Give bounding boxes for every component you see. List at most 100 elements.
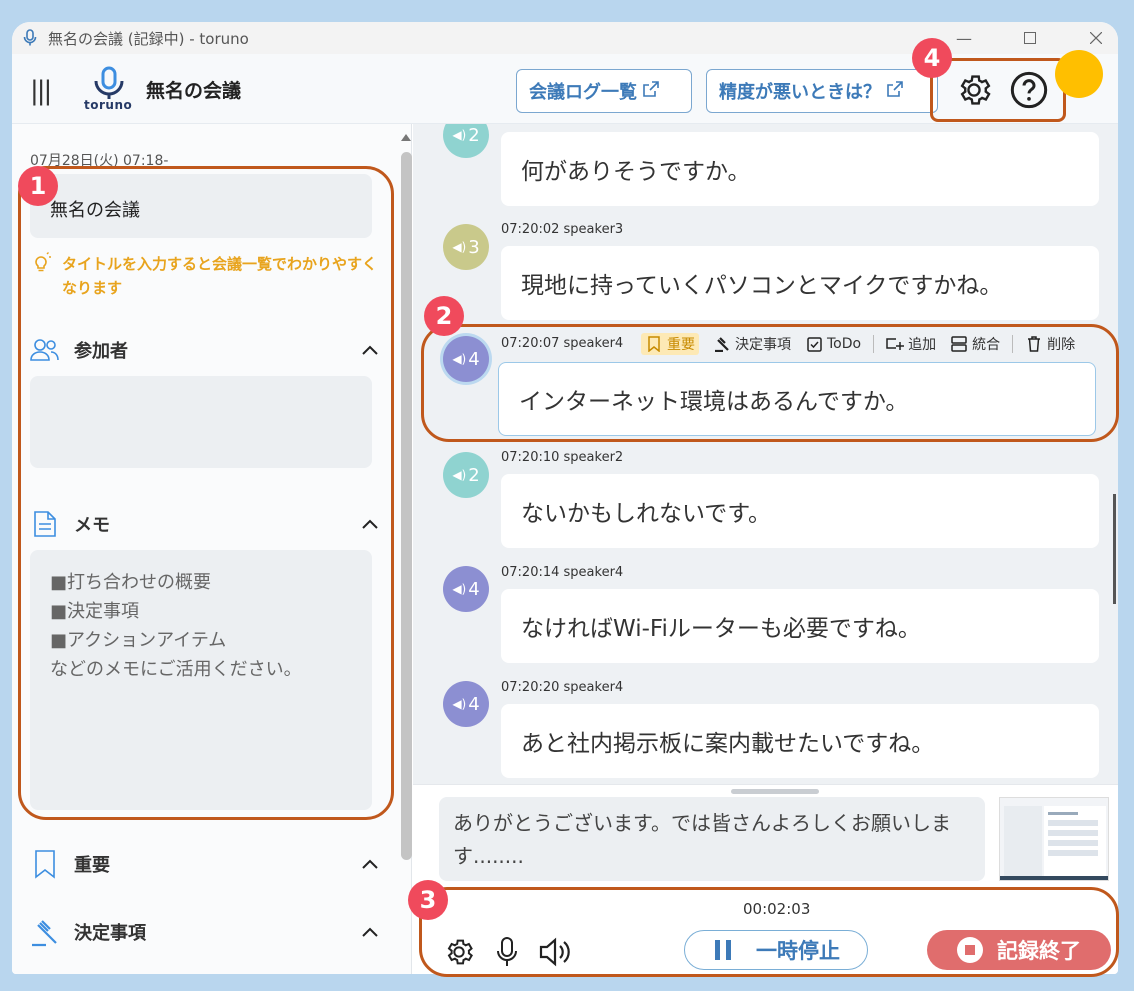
memo-placeholder-line: ■決定事項 (50, 601, 140, 622)
message-meta: 07:20:20 speaker4 (501, 680, 624, 695)
annotation-badge-1: 1 (18, 166, 58, 206)
lightbulb-icon (30, 252, 54, 300)
chevron-up-icon[interactable] (360, 922, 380, 942)
merge-icon (950, 335, 968, 353)
mark-important-button[interactable]: 重要 (641, 333, 699, 355)
settings-gear-icon[interactable] (952, 68, 996, 112)
memo-placeholder-line: ■打ち合わせの概要 (50, 572, 212, 593)
speaker-volume-icon: ◀) (452, 582, 467, 596)
message-toolbar: 重要 決定事項 ToDo 追加 統合 削除 (641, 332, 1089, 356)
speaker-avatar[interactable]: ◀) 4 (443, 681, 489, 727)
user-avatar[interactable] (1055, 50, 1103, 98)
speaker-avatar[interactable]: ◀) 2 (443, 452, 489, 498)
pause-button[interactable]: 一時停止 (684, 930, 868, 970)
meeting-log-list-button[interactable]: 会議ログ一覧 (516, 69, 692, 113)
title-hint: タイトルを入力すると会議一覧でわかりやすくなります (30, 252, 380, 300)
speaker-number: 4 (468, 348, 480, 370)
resize-handle[interactable] (731, 789, 819, 794)
mark-important-label: 重要 (667, 337, 695, 353)
important-section-header[interactable]: 重要 (30, 846, 380, 882)
help-icon[interactable] (1007, 68, 1051, 112)
speaker-number: 2 (468, 464, 480, 486)
sidebar: 07月28日(火) 07:18- 無名の会議 タイトルを入力すると会議一覧でわか… (12, 124, 412, 974)
participants-input[interactable] (30, 376, 372, 468)
message-bubble[interactable]: なければWi-Fiルーターも必要ですね。 (501, 589, 1099, 663)
add-message-label: 追加 (908, 337, 937, 353)
maximize-button[interactable] (1008, 22, 1052, 54)
mark-todo-button[interactable]: ToDo (805, 335, 861, 353)
accuracy-help-button[interactable]: 精度が悪いときは？ (706, 69, 938, 113)
app-window: 無名の会議 (記録中) - toruno — ||| toruno 無名の会議 … (12, 22, 1118, 974)
document-icon (30, 509, 60, 539)
speaker-number: 3 (468, 236, 480, 258)
speaker-number: 2 (468, 124, 480, 146)
speaker-volume-icon: ◀) (452, 352, 467, 366)
participants-section-header[interactable]: 参加者 (30, 332, 380, 368)
trash-icon (1025, 335, 1043, 353)
audio-settings-gear-icon[interactable] (439, 932, 479, 972)
meeting-title-input[interactable]: 無名の会議 (30, 174, 372, 238)
memo-placeholder-line: などのメモにご活用ください。 (50, 659, 302, 680)
pause-icon (712, 940, 734, 960)
pause-label: 一時停止 (756, 939, 840, 963)
speaker-avatar[interactable]: ◀) 4 (443, 566, 489, 612)
participants-label: 参加者 (74, 341, 128, 362)
chevron-up-icon[interactable] (360, 514, 380, 534)
message-bubble[interactable]: ないかもしれないです。 (501, 474, 1099, 548)
bookmark-icon (645, 335, 663, 353)
transcript-scrollbar-thumb[interactable] (1113, 494, 1116, 604)
transcript-list: ◀) 2 何がありそうですか。 ◀) 3 07:20:02 speaker3 現地に… (413, 124, 1118, 784)
mark-decision-label: 決定事項 (735, 337, 791, 353)
mark-decision-button[interactable]: 決定事項 (713, 334, 791, 354)
stop-icon (957, 937, 983, 963)
recording-timer: 00:02:03 (743, 900, 811, 918)
delete-message-label: 削除 (1047, 337, 1076, 353)
merge-message-button[interactable]: 統合 (950, 334, 1000, 354)
decisions-section-header[interactable]: 決定事項 (30, 914, 380, 950)
sidebar-scrollbar[interactable] (400, 132, 412, 972)
participants-icon (30, 335, 60, 365)
speaker-avatar[interactable]: ◀) 2 (443, 124, 489, 158)
chevron-up-icon[interactable] (360, 854, 380, 874)
annotation-badge-3: 3 (408, 880, 448, 920)
memo-textarea[interactable]: ■打ち合わせの概要 ■決定事項 ■アクションアイテム などのメモにご活用ください… (30, 550, 372, 810)
important-label: 重要 (74, 855, 110, 876)
meeting-title: 無名の会議 (146, 80, 242, 102)
mark-todo-label: ToDo (827, 336, 862, 352)
message-bubble[interactable]: あと社内掲示板に案内載せたいですね。 (501, 704, 1099, 778)
transcript-scrollbar[interactable] (1111, 124, 1118, 784)
sidebar-scrollbar-thumb[interactable] (401, 152, 412, 860)
gavel-icon (30, 917, 60, 947)
chevron-up-icon[interactable] (360, 340, 380, 360)
screen-preview-thumbnail[interactable] (999, 797, 1109, 881)
add-message-button[interactable]: 追加 (886, 334, 936, 354)
gavel-icon (713, 335, 731, 353)
message-bubble[interactable]: 何がありそうですか。 (501, 132, 1099, 206)
external-link-icon (887, 81, 903, 101)
menu-icon[interactable]: ||| (30, 76, 52, 106)
memo-section-header[interactable]: メモ (30, 506, 380, 542)
bookmark-icon (30, 849, 60, 879)
delete-message-button[interactable]: 削除 (1025, 334, 1075, 354)
decisions-label: 決定事項 (74, 923, 146, 944)
accuracy-help-label: 精度が悪いときは？ (719, 82, 881, 103)
title-hint-text: タイトルを入力すると会議一覧でわかりやすくなります (62, 255, 378, 297)
memo-label: メモ (74, 515, 110, 536)
toruno-logo: toruno (84, 66, 136, 116)
microphone-icon[interactable] (487, 932, 527, 972)
merge-message-label: 統合 (972, 337, 1001, 353)
message-bubble[interactable]: 現地に持っていくパソコンとマイクですかね。 (501, 246, 1099, 320)
app-header: ||| toruno 無名の会議 会議ログ一覧 精度が悪いときは？ (12, 54, 1118, 124)
speaker-volume-icon: ◀) (452, 697, 467, 711)
message-bubble-editable[interactable]: インターネット環境はあるんですか。 (498, 362, 1096, 436)
speaker-volume-icon: ◀) (452, 240, 467, 254)
checklist-icon (805, 335, 823, 353)
speaker-avatar[interactable]: ◀) 4 (443, 336, 489, 382)
recording-controls: 00:02:03 一時停止 記録終了 (413, 882, 1118, 974)
annotation-badge-4: 4 (912, 38, 952, 78)
annotation-badge-2: 2 (424, 296, 464, 336)
speaker-avatar[interactable]: ◀) 3 (443, 224, 489, 270)
stop-recording-button[interactable]: 記録終了 (927, 930, 1111, 970)
speaker-icon[interactable] (535, 932, 575, 972)
meeting-log-list-label: 会議ログ一覧 (529, 82, 637, 103)
